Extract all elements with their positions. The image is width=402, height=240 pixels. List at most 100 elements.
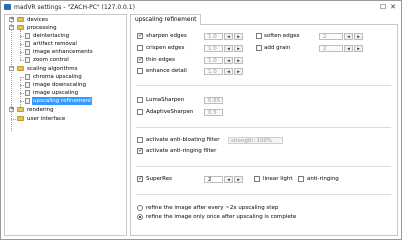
tree-item-user-interface[interactable]: user interface bbox=[5, 115, 125, 123]
enhance-detail-value[interactable]: 1.0 bbox=[204, 68, 223, 75]
folder-icon bbox=[17, 107, 24, 112]
folder-icon bbox=[17, 116, 24, 121]
close-button[interactable]: ✕ bbox=[389, 3, 397, 11]
separator bbox=[136, 194, 391, 195]
add-grain-value[interactable]: 2 bbox=[319, 45, 343, 52]
tree-item-image-enhancements[interactable]: image enhancements bbox=[5, 48, 125, 56]
thin-edges-value[interactable]: 1.0 bbox=[204, 57, 223, 64]
tree-item-deinterlacing[interactable]: deinterlacing bbox=[5, 32, 125, 40]
anti-ringing-checkbox[interactable] bbox=[137, 147, 143, 154]
collapse-icon[interactable]: − bbox=[9, 25, 14, 30]
tree-item-label: devices bbox=[27, 17, 48, 23]
tree-guide-line bbox=[20, 52, 24, 53]
refine-after-every-step-label: refine the image after every ~2x upscali… bbox=[146, 205, 279, 211]
tree-item-artifact-removal[interactable]: artifact removal bbox=[5, 40, 125, 48]
title-bar: madVR settings - "ZACH-PC" (127.0.0.1) ☐… bbox=[1, 1, 401, 13]
soften-edges-decrease[interactable]: ◂ bbox=[344, 33, 353, 40]
superres-increase[interactable]: ▸ bbox=[234, 176, 243, 183]
window-title: madVR settings - "ZACH-PC" (127.0.0.1) bbox=[14, 4, 135, 11]
tree-item-rendering[interactable]: + rendering bbox=[5, 106, 125, 114]
superres-value[interactable]: 2 bbox=[204, 176, 223, 183]
folder-icon bbox=[17, 17, 24, 22]
enhance-detail-label: enhance detail bbox=[146, 68, 187, 74]
tree-guide-line bbox=[11, 119, 16, 120]
maximize-button[interactable]: ☐ bbox=[379, 3, 387, 11]
tree-item-processing[interactable]: − processing bbox=[5, 24, 125, 32]
tree-item-label: zoom control bbox=[33, 57, 69, 63]
page-icon bbox=[25, 82, 30, 88]
page-icon bbox=[25, 33, 30, 39]
thin-edges-checkbox[interactable] bbox=[137, 56, 143, 63]
crispen-edges-decrease[interactable]: ◂ bbox=[224, 45, 233, 52]
refine-once-radio[interactable] bbox=[137, 214, 143, 220]
tree-item-zoom-control[interactable]: zoom control bbox=[5, 56, 125, 64]
refine-after-every-step-radio[interactable] bbox=[137, 205, 143, 211]
soften-edges-value[interactable]: 2 bbox=[319, 33, 343, 40]
tree-item-upscaling-refinement[interactable]: upscaling refinement bbox=[5, 97, 125, 105]
thin-edges-increase[interactable]: ▸ bbox=[234, 57, 243, 64]
tree-item-label: image enhancements bbox=[33, 49, 93, 55]
expand-icon[interactable]: + bbox=[9, 107, 14, 112]
page-icon bbox=[25, 98, 30, 104]
soften-edges-label: soften edges bbox=[264, 33, 300, 39]
lumasharpen-value[interactable]: 0.65 bbox=[204, 97, 223, 104]
tree-item-scaling-algorithms[interactable]: − scaling algorithms bbox=[5, 65, 125, 73]
add-grain-increase[interactable]: ▸ bbox=[354, 45, 363, 52]
tree-item-label: artifact removal bbox=[33, 41, 77, 47]
tree-item-label: deinterlacing bbox=[33, 33, 70, 39]
tree-item-label: scaling algorithms bbox=[27, 66, 78, 72]
expand-icon[interactable]: + bbox=[9, 17, 14, 22]
tree-item-label: image upscaling bbox=[33, 90, 79, 96]
lumasharpen-label: LumaSharpen bbox=[146, 97, 185, 103]
sharpen-edges-increase[interactable]: ▸ bbox=[234, 33, 243, 40]
folder-icon bbox=[17, 25, 24, 30]
enhance-detail-increase[interactable]: ▸ bbox=[234, 68, 243, 75]
collapse-icon[interactable]: − bbox=[9, 66, 14, 71]
crispen-edges-increase[interactable]: ▸ bbox=[234, 45, 243, 52]
sharpen-edges-checkbox[interactable] bbox=[137, 32, 143, 39]
tree-guide-line bbox=[20, 60, 24, 61]
tree-item-devices[interactable]: + devices bbox=[5, 16, 125, 24]
lumasharpen-checkbox[interactable] bbox=[137, 97, 143, 103]
linear-light-checkbox[interactable] bbox=[254, 176, 260, 182]
superres-anti-ringing-checkbox[interactable] bbox=[298, 176, 304, 182]
adaptivesharpen-checkbox[interactable] bbox=[137, 109, 143, 115]
superres-decrease[interactable]: ◂ bbox=[224, 176, 233, 183]
settings-window: madVR settings - "ZACH-PC" (127.0.0.1) ☐… bbox=[0, 0, 402, 240]
sharpen-edges-label: sharpen edges bbox=[146, 33, 187, 39]
tree-item-image-downscaling[interactable]: image downscaling bbox=[5, 81, 125, 89]
anti-bloating-checkbox[interactable] bbox=[137, 137, 143, 143]
thin-edges-decrease[interactable]: ◂ bbox=[224, 57, 233, 64]
tree-item-label: upscaling refinement bbox=[32, 97, 93, 105]
anti-ringing-label: activate anti-ringing filter bbox=[146, 148, 217, 154]
settings-tree[interactable]: + devices − processing deinterlacing art… bbox=[4, 14, 127, 236]
anti-bloating-strength-select[interactable]: strength: 100% bbox=[228, 137, 283, 144]
thin-edges-label: thin edges bbox=[146, 57, 176, 63]
add-grain-decrease[interactable]: ◂ bbox=[344, 45, 353, 52]
separator bbox=[136, 85, 391, 86]
soften-edges-increase[interactable]: ▸ bbox=[354, 33, 363, 40]
separator bbox=[136, 166, 391, 167]
enhance-detail-checkbox[interactable] bbox=[137, 68, 143, 74]
sharpen-edges-decrease[interactable]: ◂ bbox=[224, 33, 233, 40]
tree-item-image-upscaling[interactable]: image upscaling bbox=[5, 89, 125, 97]
tree-guide-line bbox=[20, 85, 24, 86]
folder-icon bbox=[17, 66, 24, 71]
page-icon bbox=[25, 90, 30, 96]
superres-checkbox[interactable] bbox=[137, 175, 143, 182]
soften-edges-checkbox[interactable] bbox=[256, 33, 262, 39]
tree-item-label: image downscaling bbox=[33, 82, 87, 88]
page-icon bbox=[25, 41, 30, 47]
enhance-detail-decrease[interactable]: ◂ bbox=[224, 68, 233, 75]
linear-light-label: linear light bbox=[263, 176, 293, 182]
adaptivesharpen-label: AdaptiveSharpen bbox=[146, 109, 194, 115]
crispen-edges-value[interactable]: 1.0 bbox=[204, 45, 223, 52]
tree-item-chroma-upscaling[interactable]: chroma upscaling bbox=[5, 73, 125, 81]
tree-item-label: rendering bbox=[27, 107, 54, 113]
adaptivesharpen-value[interactable]: 0.5 bbox=[204, 109, 223, 116]
tab-upscaling-refinement[interactable]: upscaling refinement bbox=[130, 14, 202, 25]
superres-label: SuperRes bbox=[146, 176, 172, 182]
add-grain-checkbox[interactable] bbox=[256, 45, 262, 51]
sharpen-edges-value[interactable]: 1.0 bbox=[204, 33, 223, 40]
crispen-edges-checkbox[interactable] bbox=[137, 45, 143, 51]
